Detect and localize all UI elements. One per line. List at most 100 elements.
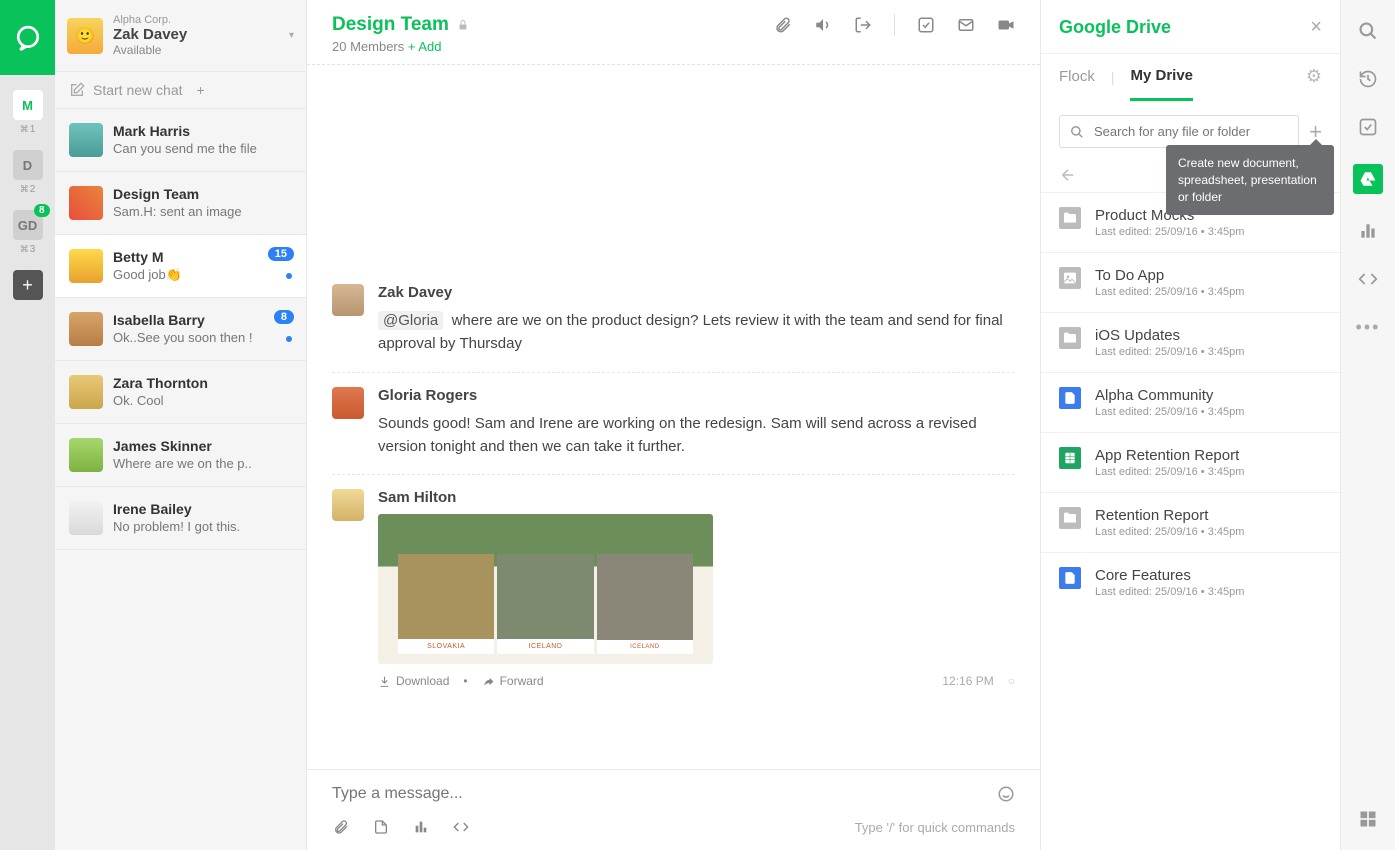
emoji-icon[interactable]	[997, 785, 1015, 803]
search-icon[interactable]	[1357, 20, 1379, 42]
workspace-d[interactable]: D	[13, 150, 43, 180]
workspace-gd-shortcut: ⌘3	[20, 244, 36, 255]
attach-icon[interactable]	[332, 818, 350, 836]
conversation-item[interactable]: Design Team Sam.H: sent an image	[55, 172, 306, 235]
message-author: Zak Davey	[378, 284, 1015, 301]
timestamp: 12:16 PM	[942, 674, 993, 688]
video-icon[interactable]	[997, 16, 1015, 34]
drive-file-item[interactable]: App Retention ReportLast edited: 25/09/1…	[1041, 432, 1340, 492]
drive-file-list: Product MocksLast edited: 25/09/16 • 3:4…	[1041, 192, 1340, 850]
unread-badge: 8	[274, 310, 294, 324]
image-attachment[interactable]: SLOVAKIA ICELAND ICELAND	[378, 514, 713, 664]
sound-icon[interactable]	[814, 16, 832, 34]
separator	[894, 14, 895, 36]
workspace-m-shortcut: ⌘1	[20, 124, 36, 135]
avatar	[69, 438, 103, 472]
profile-status: Available	[113, 43, 279, 57]
message-text: @Gloria where are we on the product desi…	[378, 309, 1015, 356]
drive-file-item[interactable]: iOS UpdatesLast edited: 25/09/16 • 3:45p…	[1041, 312, 1340, 372]
conversation-list: Mark Harris Can you send me the file Des…	[55, 109, 306, 850]
code-app-icon[interactable]	[1357, 268, 1379, 290]
attach-icon[interactable]	[774, 16, 792, 34]
drive-file-item[interactable]: To Do AppLast edited: 25/09/16 • 3:45pm	[1041, 252, 1340, 312]
google-drive-app-icon[interactable]	[1353, 164, 1383, 194]
leave-icon[interactable]	[854, 16, 872, 34]
chat-panel: Design Team 20 Members + Add	[307, 0, 1040, 850]
more-icon[interactable]: •••	[1357, 316, 1379, 338]
unread-dot	[286, 336, 292, 342]
workspace-d-shortcut: ⌘2	[20, 184, 36, 195]
profile-header[interactable]: 🙂 Alpha Corp. Zak Davey Available ▾	[55, 0, 306, 71]
folder-icon	[1059, 207, 1081, 229]
avatar	[69, 249, 103, 283]
conversation-item[interactable]: Isabella Barry Ok..See you soon then ! 8	[55, 298, 306, 361]
message-author: Sam Hilton	[378, 489, 1015, 506]
mention[interactable]: @Gloria	[378, 311, 443, 330]
poll-icon[interactable]	[412, 818, 430, 836]
tab-mydrive[interactable]: My Drive	[1130, 67, 1193, 101]
app-logo[interactable]	[0, 0, 55, 75]
add-workspace-button[interactable]: +	[13, 270, 43, 300]
workspace-gd[interactable]: GD 8	[13, 210, 43, 240]
history-icon[interactable]	[1357, 68, 1379, 90]
workspace-m[interactable]: M	[13, 90, 43, 120]
add-member-link[interactable]: + Add	[408, 39, 442, 54]
avatar	[69, 312, 103, 346]
drive-file-item[interactable]: Core FeaturesLast edited: 25/09/16 • 3:4…	[1041, 552, 1340, 612]
conversation-item[interactable]: Betty M Good job👏 15	[55, 235, 306, 298]
chat-title: Design Team	[332, 14, 449, 36]
drive-search[interactable]	[1059, 115, 1299, 148]
message: Zak Davey @Gloria where are we on the pr…	[332, 270, 1015, 373]
message-input[interactable]	[332, 785, 997, 803]
doc-icon	[1059, 567, 1081, 589]
todo-app-icon[interactable]	[1357, 116, 1379, 138]
download-link[interactable]: Download	[378, 674, 449, 688]
folder-icon	[1059, 327, 1081, 349]
profile-avatar: 🙂	[67, 18, 103, 54]
plus-icon[interactable]: +	[197, 82, 293, 98]
unread-dot	[286, 273, 292, 279]
apps-grid-icon[interactable]	[1357, 808, 1379, 830]
apps-rail: •••	[1340, 0, 1395, 850]
analytics-icon[interactable]	[1357, 220, 1379, 242]
todo-icon[interactable]	[917, 16, 935, 34]
compose-icon	[69, 82, 85, 98]
avatar	[332, 387, 364, 419]
avatar	[69, 501, 103, 535]
avatar	[69, 375, 103, 409]
conversation-item[interactable]: Irene Bailey No problem! I got this.	[55, 487, 306, 550]
conversation-item[interactable]: James Skinner Where are we on the p..	[55, 424, 306, 487]
note-icon[interactable]	[372, 818, 390, 836]
close-icon[interactable]: ×	[1310, 16, 1322, 39]
new-chat-label: Start new chat	[93, 82, 189, 98]
chevron-down-icon[interactable]: ▾	[289, 30, 294, 41]
drive-title: Google Drive	[1059, 17, 1171, 38]
drive-file-item[interactable]: Retention ReportLast edited: 25/09/16 • …	[1041, 492, 1340, 552]
image-icon	[1059, 267, 1081, 289]
avatar	[69, 123, 103, 157]
tooltip: Create new document, spreadsheet, presen…	[1166, 145, 1334, 215]
org-name: Alpha Corp.	[113, 14, 279, 26]
search-icon	[1070, 125, 1084, 139]
conversation-item[interactable]: Zara Thornton Ok. Cool	[55, 361, 306, 424]
message: Gloria Rogers Sounds good! Sam and Irene…	[332, 373, 1015, 476]
profile-name: Zak Davey	[113, 26, 279, 43]
drive-panel: Google Drive × Flock | My Drive ⚙ + Crea…	[1040, 0, 1340, 850]
folder-icon	[1059, 507, 1081, 529]
lock-icon	[457, 19, 469, 31]
conversations-panel: 🙂 Alpha Corp. Zak Davey Available ▾ Star…	[55, 0, 307, 850]
drive-search-input[interactable]	[1094, 124, 1288, 139]
drive-file-item[interactable]: Alpha CommunityLast edited: 25/09/16 • 3…	[1041, 372, 1340, 432]
start-new-chat[interactable]: Start new chat +	[55, 71, 306, 109]
gear-icon[interactable]: ⚙	[1306, 66, 1322, 101]
tab-flock[interactable]: Flock	[1059, 68, 1095, 99]
code-icon[interactable]	[452, 818, 470, 836]
avatar	[69, 186, 103, 220]
message-composer: Type '/' for quick commands	[307, 769, 1040, 850]
message-text: Sounds good! Sam and Irene are working o…	[378, 412, 1015, 459]
message: Sam Hilton SLOVAKIA ICELAND ICELAND Down…	[332, 475, 1015, 704]
conversation-item[interactable]: Mark Harris Can you send me the file	[55, 109, 306, 172]
messages-area: Zak Davey @Gloria where are we on the pr…	[307, 65, 1040, 769]
mail-icon[interactable]	[957, 16, 975, 34]
forward-link[interactable]: Forward	[482, 674, 544, 688]
